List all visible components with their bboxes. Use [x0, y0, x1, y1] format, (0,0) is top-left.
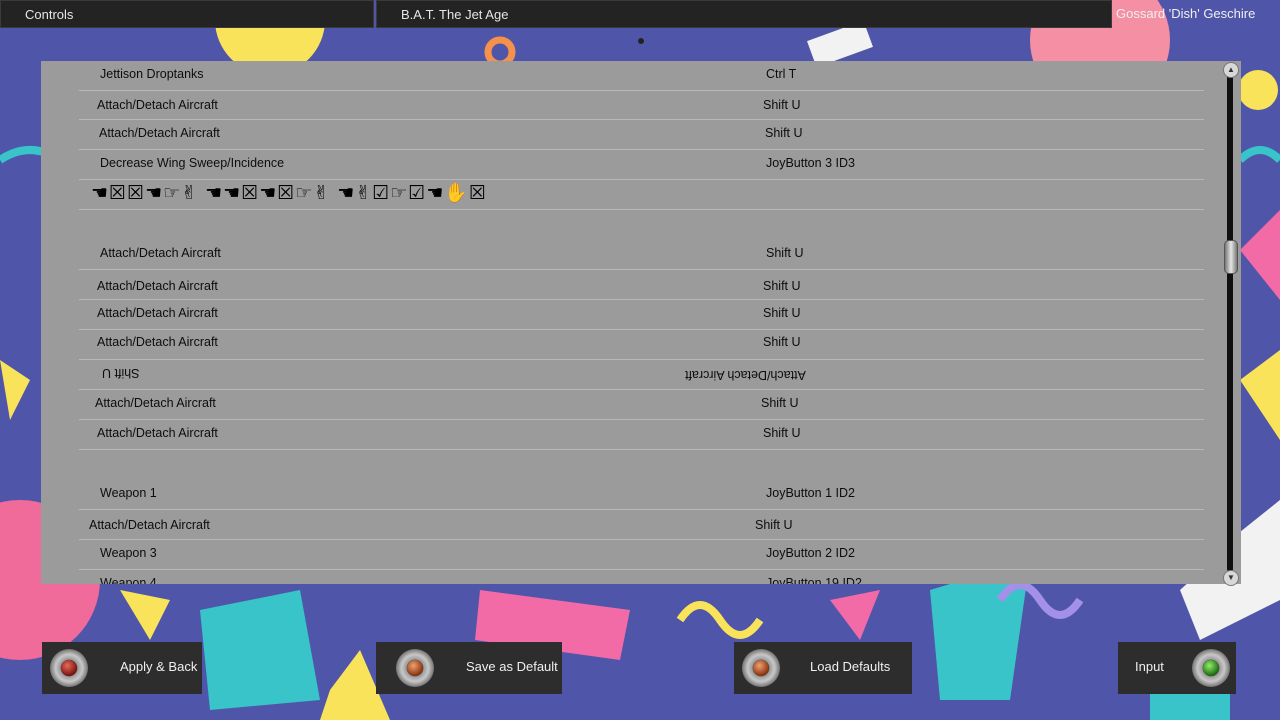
action-label: Attach/Detach Aircraft: [97, 279, 218, 293]
key-label[interactable]: Shift U: [763, 306, 801, 320]
key-label[interactable]: JoyButton 2 ID2: [766, 546, 855, 560]
key-bindings-list: Jettison Droptanks Ctrl T Attach/Detach …: [41, 61, 1225, 584]
scroll-down-icon[interactable]: ▼: [1223, 570, 1239, 586]
key-label[interactable]: JoyButton 1 ID2: [766, 486, 855, 500]
table-row[interactable]: Weapon 4 JoyButton 19 ID2: [79, 570, 1204, 584]
corrupted-glyph-text: ☚☒☒☚☞✌ ☚☚☒☚☒☞✌ ☚✌☑☞☑☚✋☒: [91, 182, 488, 204]
table-row[interactable]: Attach/Detach Aircraft Shift U: [79, 420, 1204, 450]
amber-lamp-icon: [396, 649, 434, 687]
bg-shape: [1150, 690, 1230, 720]
controls-title: Controls: [0, 0, 374, 28]
action-label: Weapon 1: [100, 486, 157, 500]
apply-back-button[interactable]: Apply & Back: [42, 642, 202, 694]
table-row[interactable]: Attach/Detach Aircraft Shift U: [79, 390, 1204, 420]
action-label: Weapon 3: [100, 546, 157, 560]
action-label: Weapon 4: [100, 576, 157, 584]
table-row[interactable]: Attach/Detach Aircraft Shift U: [79, 300, 1204, 330]
action-label: Attach/Detach Aircraft: [97, 98, 218, 112]
table-row[interactable]: Jettison Droptanks Ctrl T: [79, 61, 1204, 91]
action-label: Attach/Detach Aircraft: [97, 335, 218, 349]
scrollbar-thumb[interactable]: [1224, 240, 1238, 274]
title-bar: Controls B.A.T. The Jet Age Gossard 'Dis…: [0, 0, 1280, 30]
save-default-button[interactable]: Save as Default: [376, 642, 562, 694]
table-row[interactable]: Weapon 3 JoyButton 2 ID2: [79, 540, 1204, 570]
scrollbar-track[interactable]: [1227, 74, 1233, 572]
bg-shape: [1238, 70, 1278, 110]
key-label[interactable]: Attach/Detach Aircraft: [685, 368, 806, 382]
key-label[interactable]: JoyButton 19 ID2: [766, 576, 862, 584]
game-title: B.A.T. The Jet Age: [376, 0, 1112, 28]
table-row[interactable]: Attach/Detach Aircraft Shift U: [79, 120, 1204, 150]
table-row[interactable]: Attach/Detach Aircraft Shift U: [79, 270, 1204, 300]
key-label[interactable]: Shift U: [763, 279, 801, 293]
key-label[interactable]: Ctrl T: [766, 67, 796, 81]
bg-shape: [200, 590, 320, 710]
action-label: Attach/Detach Aircraft: [95, 396, 216, 410]
action-label: Decrease Wing Sweep/Incidence: [100, 156, 285, 170]
red-lamp-icon: [50, 649, 88, 687]
load-defaults-button[interactable]: Load Defaults: [734, 642, 912, 694]
table-row[interactable]: Attach/Detach Aircraft Shift U: [79, 510, 1204, 540]
action-label: Attach/Detach Aircraft: [97, 426, 218, 440]
input-label: Input: [1135, 659, 1164, 674]
table-row[interactable]: Attach/Detach Aircraft Shift U: [79, 240, 1204, 270]
action-label: Attach/Detach Aircraft: [97, 306, 218, 320]
key-label[interactable]: Shift U: [763, 426, 801, 440]
action-label: Jettison Droptanks: [100, 67, 204, 81]
key-bindings-panel: Jettison Droptanks Ctrl T Attach/Detach …: [41, 61, 1241, 584]
input-button[interactable]: Input: [1118, 642, 1236, 694]
amber-lamp-icon: [742, 649, 780, 687]
key-label[interactable]: Shift U: [755, 518, 793, 532]
apply-back-label: Apply & Back: [120, 659, 198, 674]
table-row[interactable]: Attach/Detach Aircraft Shift U: [79, 330, 1204, 360]
table-row[interactable]: Attach/Detach Aircraft Shift U: [79, 90, 1204, 120]
save-default-label: Save as Default: [466, 659, 558, 674]
table-row[interactable]: Decrease Wing Sweep/Incidence JoyButton …: [79, 150, 1204, 180]
table-row[interactable]: Shift U Attach/Detach Aircraft: [79, 360, 1204, 390]
key-label[interactable]: Shift U: [766, 246, 804, 260]
scrollbar[interactable]: ▲ ▼: [1222, 62, 1240, 586]
table-row[interactable]: Weapon 1 JoyButton 1 ID2: [79, 480, 1204, 510]
action-label: Attach/Detach Aircraft: [100, 246, 221, 260]
green-lamp-icon: [1192, 649, 1230, 687]
key-label[interactable]: Shift U: [761, 396, 799, 410]
key-label[interactable]: Shift U: [763, 335, 801, 349]
pilot-name: Gossard 'Dish' Geschire: [1116, 6, 1256, 21]
decorative-dot: [638, 38, 644, 44]
load-defaults-label: Load Defaults: [810, 659, 891, 674]
action-label: Attach/Detach Aircraft: [99, 126, 220, 140]
key-label[interactable]: Shift U: [763, 98, 801, 112]
key-label[interactable]: JoyButton 3 ID3: [766, 156, 855, 170]
scroll-up-icon[interactable]: ▲: [1223, 62, 1239, 78]
action-label: Attach/Detach Aircraft: [89, 518, 210, 532]
key-label[interactable]: Shift U: [765, 126, 803, 140]
action-label: Shift U: [102, 366, 140, 380]
